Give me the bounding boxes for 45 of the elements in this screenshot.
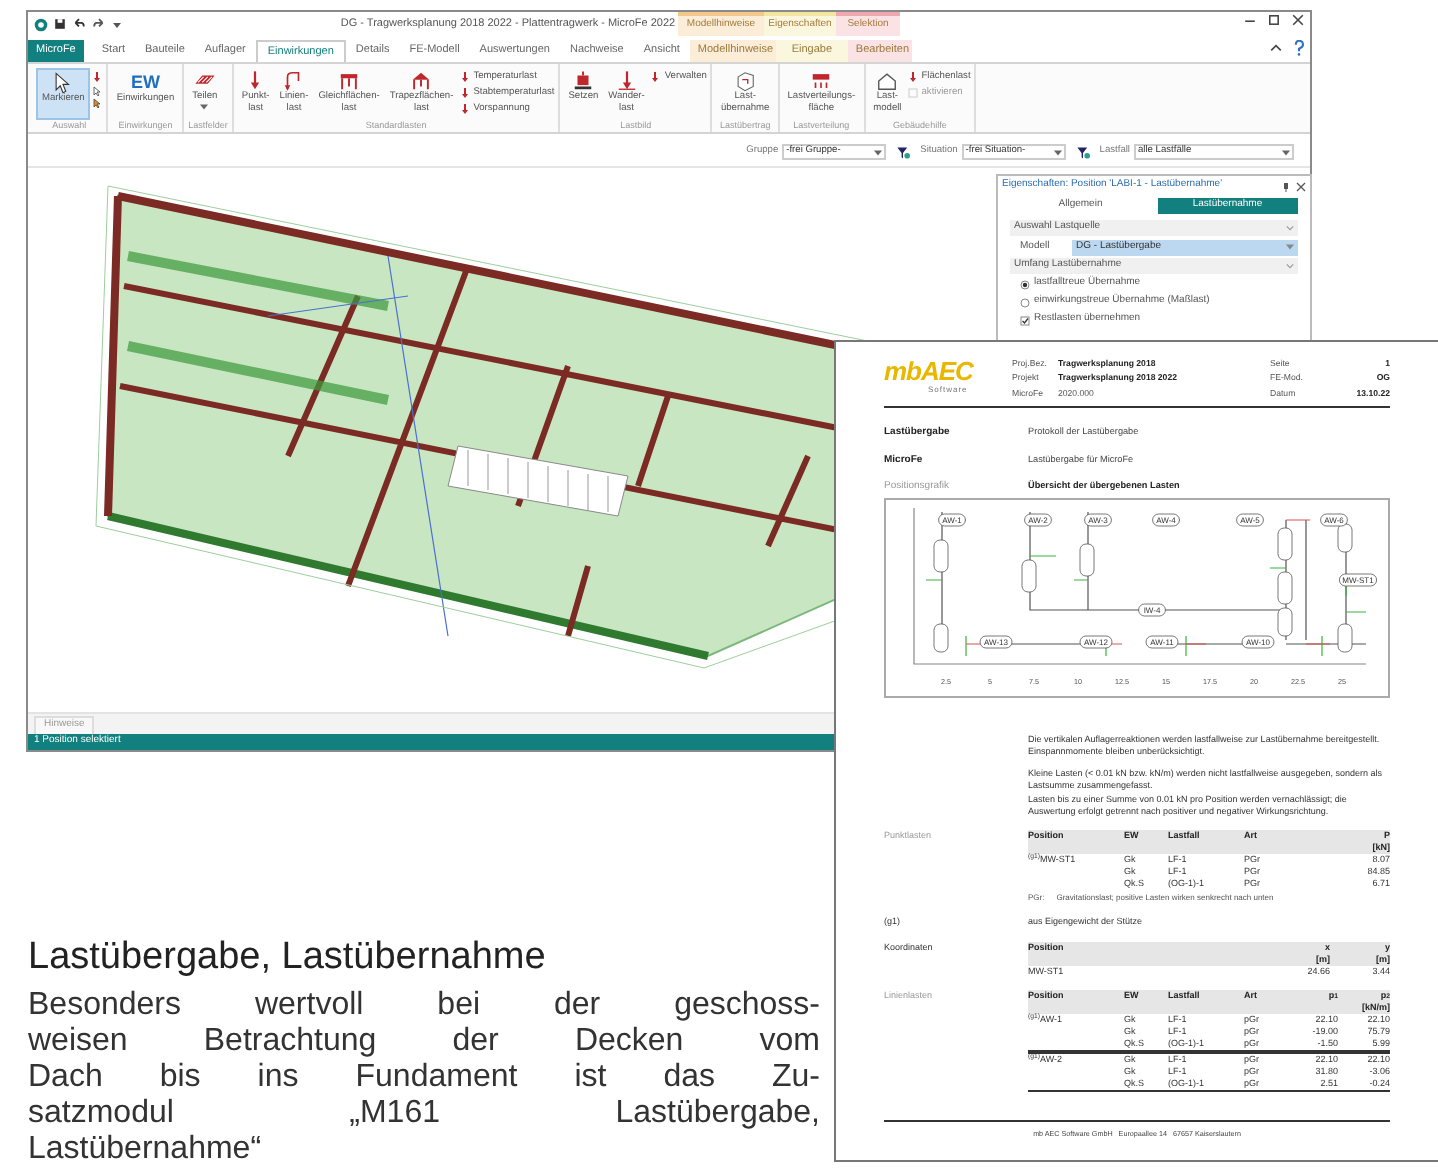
article-text-line: Besonders wertvoll bei der geschoss- xyxy=(28,988,820,1024)
tool-icon xyxy=(650,72,661,82)
tool-icon xyxy=(338,70,361,92)
dropdown-caret-icon xyxy=(1282,149,1290,155)
dropdown-caret-icon xyxy=(1286,244,1294,250)
tool-icon xyxy=(810,70,833,92)
app-logo-icon xyxy=(34,17,48,31)
tool-icon xyxy=(876,70,899,92)
dropdown-caret-icon xyxy=(874,149,883,155)
radio-button[interactable] xyxy=(1020,297,1030,307)
tool-icon xyxy=(907,72,918,82)
article-text-line: weisen Betrachtung der Decken vom xyxy=(28,1024,820,1060)
collapse-icon xyxy=(1286,262,1294,270)
article-text-line: satzmodul „M161 Lastübergabe, xyxy=(28,1096,820,1132)
checkbox[interactable] xyxy=(1020,315,1030,325)
close-icon xyxy=(1296,181,1306,191)
redo-icon xyxy=(92,18,106,30)
dropdown-caret-icon xyxy=(112,19,122,29)
company-logo: mbAEC xyxy=(884,358,976,384)
help-icon xyxy=(1294,40,1304,56)
tool-icon xyxy=(282,70,305,92)
filter-icon xyxy=(896,145,911,159)
collapse-ribbon-icon xyxy=(1270,42,1282,54)
collapse-icon xyxy=(1286,224,1294,232)
filter-icon xyxy=(1075,145,1090,159)
ribbon-small-button[interactable] xyxy=(92,70,103,84)
dropdown-caret-icon xyxy=(1053,149,1062,155)
article-text-line: Lastübernahme“ xyxy=(28,1132,264,1168)
checkbox-icon xyxy=(907,88,918,98)
article-heading: Lastübergabe, Lastübernahme xyxy=(28,934,548,982)
tool-icon xyxy=(734,70,757,92)
save-icon xyxy=(54,18,66,30)
maximize-icon xyxy=(1268,14,1280,26)
tool-icon xyxy=(52,72,75,94)
tool-icon xyxy=(572,70,595,92)
pin-icon xyxy=(1282,181,1290,191)
tool-icon xyxy=(410,70,433,92)
radio-button[interactable] xyxy=(1020,279,1030,289)
tool-icon xyxy=(615,70,638,92)
article-text-line: Dach bis ins Fundament ist das Zu- xyxy=(28,1060,820,1096)
tool-icon xyxy=(92,72,103,82)
minimize-icon xyxy=(1244,14,1256,26)
undo-icon xyxy=(72,18,86,30)
close-icon xyxy=(1292,14,1304,26)
dropdown-caret-icon xyxy=(200,103,209,109)
